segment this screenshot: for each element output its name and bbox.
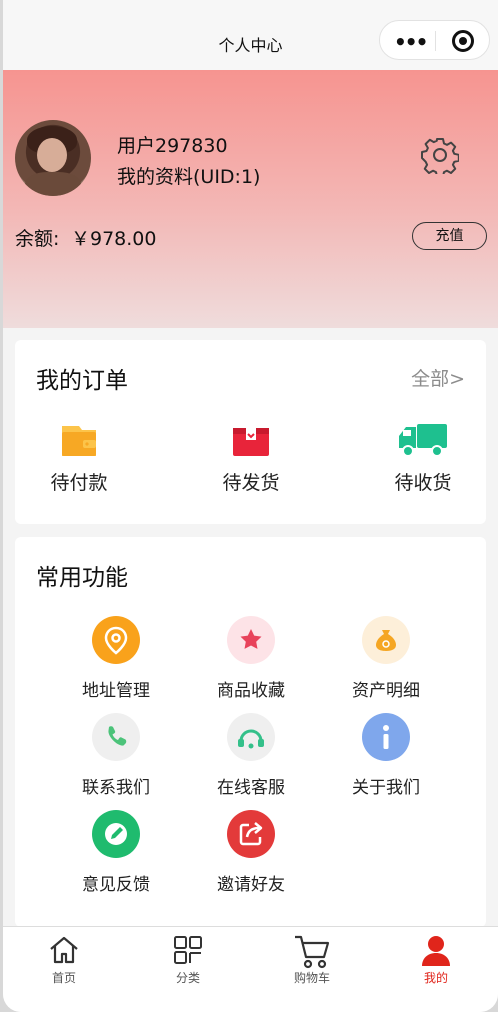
capsule-close-icon[interactable] <box>452 30 474 52</box>
navigation-bar: 个人中心 ••• <box>3 0 498 70</box>
my-profile-link[interactable]: 我的资料(UID:1) <box>117 162 260 189</box>
tab-home[interactable]: 首页 <box>24 933 104 986</box>
more-dots-icon[interactable]: ••• <box>394 30 428 54</box>
order-label: 待付款 <box>50 472 108 494</box>
profile-header: 用户297830 我的资料(UID:1) 余额: ￥978.00 充值 <box>3 70 498 328</box>
info-icon <box>362 713 410 761</box>
function-label: 资产明细 <box>352 681 420 701</box>
capsule-menu: ••• <box>379 20 490 60</box>
functions-title: 常用功能 <box>36 565 128 591</box>
headset-icon <box>227 713 275 761</box>
phone-icon <box>92 713 140 761</box>
order-pending-payment[interactable]: 待付款 <box>29 420 129 495</box>
function-label: 联系我们 <box>82 778 150 798</box>
function-label: 邀请好友 <box>217 875 285 895</box>
avatar-face <box>37 138 67 172</box>
cart-icon <box>295 935 330 969</box>
function-label: 地址管理 <box>82 681 150 701</box>
tab-category[interactable]: 分类 <box>148 933 228 986</box>
username: 用户297830 <box>117 135 228 157</box>
about-us[interactable]: 关于我们 <box>331 713 441 798</box>
share-icon <box>227 810 275 858</box>
category-icon <box>174 936 202 964</box>
package-icon <box>233 428 269 456</box>
star-icon <box>227 616 275 664</box>
balance-value: ￥978.00 <box>71 228 157 250</box>
avatar-body <box>25 172 81 196</box>
order-pending-receipt[interactable]: 待收货 <box>373 420 473 495</box>
orders-title: 我的订单 <box>36 368 128 394</box>
wallet-icon <box>62 426 96 456</box>
order-label: 待发货 <box>222 472 280 494</box>
address-management[interactable]: 地址管理 <box>61 616 171 701</box>
function-label: 关于我们 <box>352 778 420 798</box>
all-orders-link[interactable]: 全部> <box>411 364 465 391</box>
mini-program-page: 个人中心 ••• 用户297830 我的资料(UID:1) 余额: ￥978.0… <box>3 0 498 1012</box>
order-label: 待收货 <box>394 472 452 494</box>
asset-details[interactable]: 资产明细 <box>331 616 441 701</box>
common-functions-card: 常用功能 地址管理 商品收藏 资产明细 联系我们 在线客服 关于我们 意见反馈 … <box>15 537 486 927</box>
contact-us[interactable]: 联系我们 <box>61 713 171 798</box>
user-icon <box>422 936 450 966</box>
tab-label: 首页 <box>51 971 76 985</box>
edit-icon <box>92 810 140 858</box>
gear-icon[interactable] <box>421 136 459 174</box>
product-favorites[interactable]: 商品收藏 <box>196 616 306 701</box>
money-bag-icon <box>362 616 410 664</box>
truck-icon <box>399 424 447 457</box>
avatar[interactable] <box>15 120 91 196</box>
tab-mine[interactable]: 我的 <box>396 933 476 986</box>
function-label: 意见反馈 <box>82 875 150 895</box>
balance-label: 余额: <box>15 228 60 250</box>
recharge-button[interactable]: 充值 <box>412 222 487 250</box>
tab-label: 购物车 <box>293 971 330 985</box>
invite-friends[interactable]: 邀请好友 <box>196 810 306 895</box>
tab-label: 我的 <box>423 971 448 985</box>
order-pending-shipment[interactable]: 待发货 <box>201 420 301 495</box>
tab-label: 分类 <box>175 971 200 985</box>
function-label: 商品收藏 <box>217 681 285 701</box>
tab-cart[interactable]: 购物车 <box>272 933 352 986</box>
home-icon <box>50 936 78 964</box>
online-service[interactable]: 在线客服 <box>196 713 306 798</box>
capsule-divider <box>435 31 436 51</box>
location-icon <box>92 616 140 664</box>
function-label: 在线客服 <box>217 778 285 798</box>
bottom-tab-bar: 首页 分类 购物车 我的 <box>3 926 498 1012</box>
feedback[interactable]: 意见反馈 <box>61 810 171 895</box>
my-orders-card: 我的订单 全部> 待付款 待发货 待收货 <box>15 340 486 524</box>
